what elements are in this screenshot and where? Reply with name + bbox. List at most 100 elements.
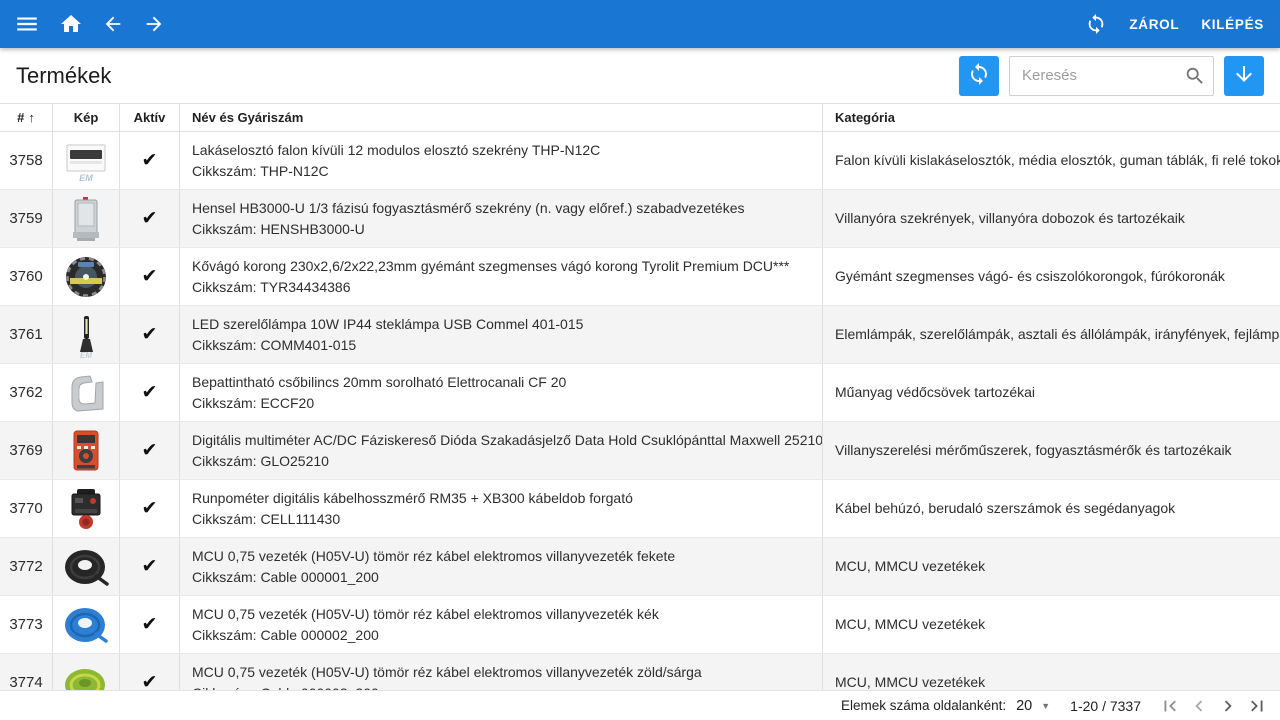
product-name: MCU 0,75 vezeték (H05V-U) tömör réz kábe…	[192, 605, 822, 624]
table-row[interactable]: 3761 EM ✔ LED szerelőlámpa 10W IP44 stek…	[0, 306, 1280, 364]
arrow-forward-icon	[143, 13, 165, 35]
product-name: Bepattintható csőbilincs 20mm sorolható …	[192, 373, 822, 392]
product-image-cell	[53, 190, 120, 247]
product-image-pipe-clamp	[63, 369, 109, 417]
check-icon: ✔	[142, 439, 158, 462]
svg-text:EM: EM	[79, 173, 93, 183]
column-header-active[interactable]: Aktív	[120, 104, 180, 131]
per-page-select[interactable]: 20 ▼	[1016, 698, 1050, 714]
product-category: MCU, MMCU vezetékek	[835, 615, 985, 634]
product-sku: Cikkszám: Cable 000001_200	[192, 568, 822, 587]
category-cell: Gyémánt szegmenses vágó- és csiszolókoro…	[823, 248, 1280, 305]
home-button[interactable]	[59, 12, 83, 36]
product-image-cell: EM	[53, 306, 120, 363]
table-row[interactable]: 3760 ✔ Kővágó korong 230x2,6/2x22,23mm g…	[0, 248, 1280, 306]
search-box	[1009, 56, 1214, 96]
product-image-cell	[53, 364, 120, 421]
product-name: MCU 0,75 vezeték (H05V-U) tömör réz kábe…	[192, 663, 822, 682]
active-cell: ✔	[120, 364, 180, 421]
forward-button[interactable]	[143, 13, 165, 35]
product-image-cell	[53, 480, 120, 537]
sync-button[interactable]	[1085, 13, 1107, 35]
name-cell: Hensel HB3000-U 1/3 fázisú fogyasztásmér…	[180, 190, 823, 247]
last-page-button[interactable]	[1246, 695, 1268, 717]
product-category: Elemlámpák, szerelőlámpák, asztali és ál…	[835, 325, 1280, 344]
table-row[interactable]: 3769 ✔ Digitális multiméter AC/DC Fázisk…	[0, 422, 1280, 480]
check-icon: ✔	[142, 381, 158, 404]
per-page-label: Elemek száma oldalanként:	[841, 698, 1006, 713]
active-cell: ✔	[120, 248, 180, 305]
product-image-multimeter	[63, 427, 109, 475]
name-cell: Kővágó korong 230x2,6/2x22,23mm gyémánt …	[180, 248, 823, 305]
table-row[interactable]: 3770 ✔ Runpométer digitális kábelhosszmé…	[0, 480, 1280, 538]
product-sku: Cikkszám: ECCF20	[192, 394, 822, 413]
category-cell: MCU, MMCU vezetékek	[823, 596, 1280, 653]
menu-button[interactable]	[14, 11, 40, 37]
check-icon: ✔	[142, 555, 158, 578]
last-page-icon	[1246, 695, 1268, 717]
product-category: Falon kívüli kislakáselosztók, média elo…	[835, 151, 1280, 170]
column-header-name[interactable]: Név és Gyáriszám	[180, 104, 823, 131]
chevron-right-icon	[1217, 695, 1239, 717]
product-id: 3772	[0, 538, 53, 595]
active-cell: ✔	[120, 596, 180, 653]
back-button[interactable]	[102, 13, 124, 35]
product-name: Hensel HB3000-U 1/3 fázisú fogyasztásmér…	[192, 199, 822, 218]
product-image-cable-meter	[63, 485, 109, 533]
product-image-cell	[53, 422, 120, 479]
active-cell: ✔	[120, 480, 180, 537]
category-cell: Villanyszerelési mérőműszerek, fogyasztá…	[823, 422, 1280, 479]
refresh-button[interactable]	[959, 56, 999, 96]
table-row[interactable]: 3759 ✔ Hensel HB3000-U 1/3 fázisú fogyas…	[0, 190, 1280, 248]
product-id: 3769	[0, 422, 53, 479]
home-icon	[59, 12, 83, 36]
check-icon: ✔	[142, 613, 158, 636]
check-icon: ✔	[142, 323, 158, 346]
product-image-cell	[53, 538, 120, 595]
product-name: LED szerelőlámpa 10W IP44 steklámpa USB …	[192, 315, 822, 334]
product-name: Lakáselosztó falon kívüli 12 modulos elo…	[192, 141, 822, 160]
product-image-cell	[53, 248, 120, 305]
download-button[interactable]	[1224, 56, 1264, 96]
chevron-left-icon	[1188, 695, 1210, 717]
category-cell: Műanyag védőcsövek tartozékai	[823, 364, 1280, 421]
table-row[interactable]: 3758 EM ✔ Lakáselosztó falon kívüli 12 m…	[0, 132, 1280, 190]
product-sku: Cikkszám: HENSHB3000-U	[192, 220, 822, 239]
per-page-value: 20	[1016, 698, 1032, 714]
product-category: Gyémánt szegmenses vágó- és csiszolókoro…	[835, 267, 1225, 286]
name-cell: Runpométer digitális kábelhosszmérő RM35…	[180, 480, 823, 537]
active-cell: ✔	[120, 132, 180, 189]
product-sku: Cikkszám: COMM401-015	[192, 336, 822, 355]
refresh-icon	[967, 62, 991, 89]
table-row[interactable]: 3772 ✔ MCU 0,75 vezeték (H05V-U) tömör r…	[0, 538, 1280, 596]
category-cell: MCU, MMCU vezetékek	[823, 538, 1280, 595]
product-id: 3773	[0, 596, 53, 653]
next-page-button[interactable]	[1217, 695, 1239, 717]
first-page-button[interactable]	[1159, 695, 1181, 717]
product-sku: Cikkszám: THP-N12C	[192, 162, 822, 181]
product-category: Kábel behúzó, berudaló szerszámok és seg…	[835, 499, 1175, 518]
product-category: Műanyag védőcsövek tartozékai	[835, 383, 1035, 402]
product-name: Digitális multiméter AC/DC Fáziskereső D…	[192, 431, 822, 450]
active-cell: ✔	[120, 190, 180, 247]
previous-page-button[interactable]	[1188, 695, 1210, 717]
table-row[interactable]: 3773 ✔ MCU 0,75 vezeték (H05V-U) tömör r…	[0, 596, 1280, 654]
product-image-coil-blue	[63, 601, 109, 649]
product-name: Runpométer digitális kábelhosszmérő RM35…	[192, 489, 822, 508]
product-sku: Cikkszám: TYR34434386	[192, 278, 822, 297]
hamburger-icon	[14, 11, 40, 37]
sync-icon	[1085, 13, 1107, 35]
exit-button[interactable]: KILÉPÉS	[1201, 17, 1264, 32]
product-id: 3762	[0, 364, 53, 421]
product-image-meter-cabinet	[63, 195, 109, 243]
name-cell: MCU 0,75 vezeték (H05V-U) tömör réz kábe…	[180, 538, 823, 595]
column-header-category[interactable]: Kategória	[823, 104, 1280, 131]
name-cell: Lakáselosztó falon kívüli 12 modulos elo…	[180, 132, 823, 189]
table-row[interactable]: 3762 ✔ Bepattintható csőbilincs 20mm sor…	[0, 364, 1280, 422]
page-title: Termékek	[16, 63, 111, 89]
column-header-id[interactable]: # ↑	[0, 104, 53, 131]
category-cell: Elemlámpák, szerelőlámpák, asztali és ál…	[823, 306, 1280, 363]
active-cell: ✔	[120, 538, 180, 595]
app-bar-left	[14, 11, 165, 37]
lock-button[interactable]: ZÁROL	[1129, 17, 1179, 32]
